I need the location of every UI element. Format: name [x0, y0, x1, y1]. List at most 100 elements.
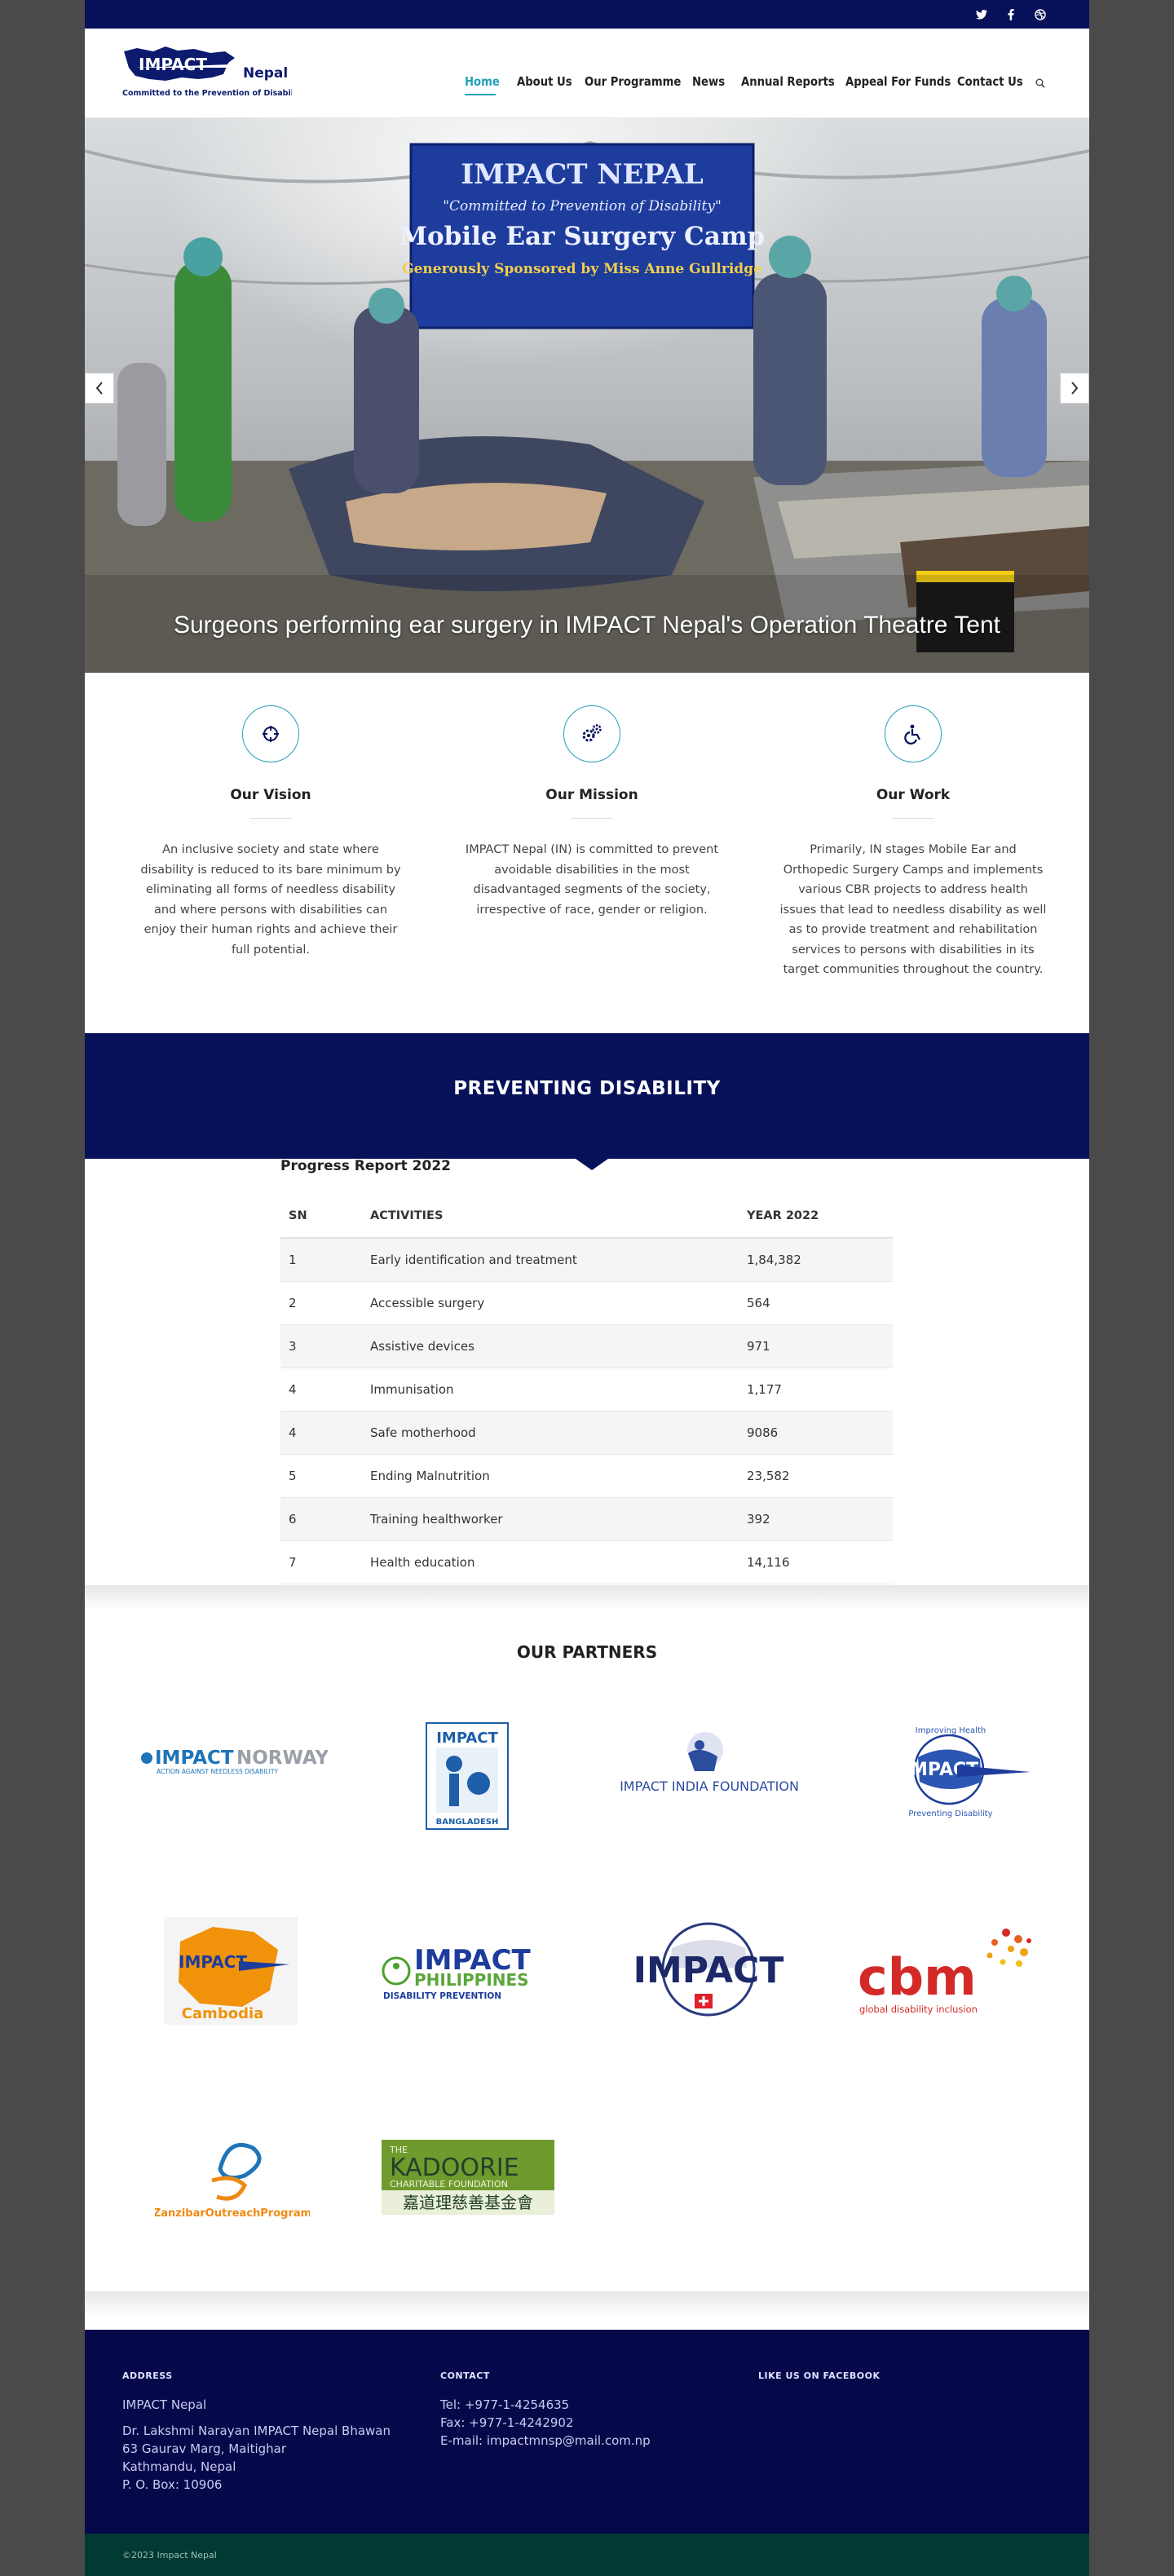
- svg-text:IMPACT: IMPACT: [179, 1952, 247, 1972]
- divider: [249, 818, 292, 819]
- progress-report-title: Progress Report 2022: [280, 1158, 451, 1174]
- dribbble-icon[interactable]: [1026, 0, 1055, 29]
- table-row: 4 Immunisation 1,177: [280, 1368, 893, 1412]
- svg-text:IMPACT: IMPACT: [633, 1950, 784, 1991]
- partner-logo-impact-cambodia[interactable]: IMPACT Cambodia: [163, 1916, 298, 2026]
- pillar-title: Our Vision: [230, 787, 311, 803]
- cell-sn: 4: [280, 1411, 362, 1455]
- nav-about-us[interactable]: About Us: [517, 74, 572, 89]
- contact-phone: Tel: +977-1-4254635: [440, 2397, 570, 2412]
- partner-logo-impact-india[interactable]: IMPACT INDIA FOUNDATION: [603, 1721, 815, 1802]
- svg-text:IMPACT NEPAL: IMPACT NEPAL: [461, 158, 704, 191]
- slider-prev-button[interactable]: [85, 373, 114, 404]
- contact-fax: Fax: +977-1-4242902: [440, 2415, 574, 2430]
- cell-activity: Early identification and treatment: [362, 1238, 739, 1282]
- cell-activity: Health education: [362, 1540, 739, 1584]
- pillar-text: IMPACT Nepal (IN) is committed to preven…: [465, 843, 719, 917]
- svg-text:CHARITABLE FOUNDATION: CHARITABLE FOUNDATION: [390, 2179, 508, 2189]
- copyright: ©2023 Impact Nepal: [122, 2550, 217, 2561]
- cell-value: 23,582: [739, 1454, 893, 1498]
- svg-text:嘉道理慈善基金會: 嘉道理慈善基金會: [403, 2193, 533, 2212]
- nav-annual-reports[interactable]: Annual Reports: [741, 74, 835, 89]
- cell-sn: 7: [280, 1540, 362, 1584]
- wheelchair-icon: [885, 705, 942, 762]
- svg-text:Improving Health: Improving Health: [916, 1726, 986, 1735]
- svg-text:IMPACT: IMPACT: [436, 1730, 498, 1747]
- partner-logo-impact-international[interactable]: IMPACT Improving Health Preventing Disab…: [859, 1717, 1055, 1823]
- cell-value: 1,177: [739, 1368, 893, 1412]
- cell-value: 971: [739, 1324, 893, 1368]
- address-line: 63 Gaurav Marg, Maitighar: [122, 2441, 287, 2456]
- svg-text:BANGLADESH: BANGLADESH: [436, 1818, 499, 1827]
- table-row: 6 Training healthworker 392: [280, 1497, 893, 1541]
- address-line: P. O. Box: 10906: [122, 2477, 223, 2492]
- partner-logo-impact-philippines[interactable]: IMPACT PHILIPPINES DISABILITY PREVENTION: [378, 1929, 558, 2010]
- search-icon[interactable]: [1035, 76, 1045, 91]
- cell-activity: Safe motherhood: [362, 1411, 739, 1455]
- divider: [571, 818, 613, 819]
- crosshair-icon: [242, 705, 299, 762]
- nav-news[interactable]: News: [692, 74, 725, 89]
- svg-text:global disability inclusion: global disability inclusion: [859, 2004, 978, 2015]
- table-row: 5 Ending Malnutrition 23,582: [280, 1454, 893, 1498]
- footer-address: ADDRESS IMPACT Nepal Dr. Lakshmi Narayan…: [122, 2371, 416, 2494]
- partner-logo-impact-norway[interactable]: IMPACT NORWAY ACTION AGAINST NEEDLESS DI…: [132, 1737, 328, 1786]
- svg-text:IMPACT: IMPACT: [155, 1748, 234, 1769]
- cell-activity: Training healthworker: [362, 1497, 739, 1541]
- divider: [892, 818, 934, 819]
- slide-caption: Surgeons performing ear surgery in IMPAC…: [173, 612, 1000, 638]
- chevron-right-icon: [1071, 382, 1079, 395]
- footer-contact: CONTACT Tel: +977-1-4254635 Fax: +977-1-…: [440, 2371, 734, 2450]
- cell-sn: 2: [280, 1281, 362, 1325]
- table-row: 3 Assistive devices 971: [280, 1324, 893, 1368]
- nav-home[interactable]: Home: [465, 74, 500, 89]
- preventing-disability-band: PREVENTING DISABILITY: [85, 1033, 1089, 1170]
- footer-facebook: LIKE US ON FACEBOOK: [758, 2371, 1052, 2381]
- cell-sn: 5: [280, 1454, 362, 1498]
- nav-appeal-for-funds[interactable]: Appeal For Funds: [845, 74, 951, 89]
- partner-logo-impact-bangladesh[interactable]: IMPACT BANGLADESH: [422, 1721, 512, 1831]
- svg-text:IMPACT: IMPACT: [139, 55, 207, 74]
- address-line: Kathmandu, Nepal: [122, 2459, 236, 2474]
- cell-sn: 3: [280, 1324, 362, 1368]
- hero-slider: IMPACT NEPAL "Committed to Prevention of…: [85, 118, 1089, 673]
- pillar-text: Primarily, IN stages Mobile Ear and Orth…: [779, 843, 1047, 976]
- table-row: 4 Safe motherhood 9086: [280, 1411, 893, 1455]
- twitter-icon[interactable]: [967, 0, 996, 29]
- gears-icon: [563, 705, 620, 762]
- address-name: IMPACT Nepal: [122, 2397, 207, 2412]
- address-line: Dr. Lakshmi Narayan IMPACT Nepal Bhawan: [122, 2424, 391, 2438]
- footer-heading: LIKE US ON FACEBOOK: [758, 2371, 880, 2381]
- svg-text:PHILIPPINES: PHILIPPINES: [414, 1970, 529, 1990]
- pillar-work: Our Work Primarily, IN stages Mobile Ear…: [775, 705, 1052, 980]
- svg-text:Generously Sponsored by Miss A: Generously Sponsored by Miss Anne Gullri…: [402, 261, 762, 277]
- cell-value: 392: [739, 1497, 893, 1541]
- sub-footer: ©2023 Impact Nepal: [85, 2534, 1089, 2576]
- facebook-icon[interactable]: [996, 0, 1026, 29]
- svg-text:Preventing Disability: Preventing Disability: [908, 1809, 992, 1818]
- contact-email[interactable]: E-mail: impactmnsp@mail.com.np: [440, 2432, 734, 2450]
- partner-logo-impact-switzerland[interactable]: IMPACT: [615, 1920, 802, 2018]
- cell-value: 9086: [739, 1411, 893, 1455]
- partner-logo-kadoorie[interactable]: THE KADOORIE CHARITABLE FOUNDATION 嘉道理慈善…: [378, 2136, 558, 2218]
- column-header: SN: [280, 1195, 362, 1239]
- partners-title: OUR PARTNERS: [516, 1642, 658, 1662]
- active-indicator: [465, 94, 496, 95]
- cell-activity: Accessible surgery: [362, 1281, 739, 1325]
- slider-next-button[interactable]: [1060, 373, 1089, 404]
- svg-text:"Committed to Prevention of Di: "Committed to Prevention of Disability": [443, 198, 722, 214]
- section-divider: [85, 2291, 1089, 2316]
- partner-logo-zanzibar-outreach[interactable]: ZanzibarOutreachProgram: [155, 2128, 310, 2226]
- nav-contact-us[interactable]: Contact Us: [957, 74, 1023, 89]
- top-bar: [85, 0, 1089, 29]
- cell-value: 564: [739, 1281, 893, 1325]
- svg-text:Mobile Ear Surgery Camp: Mobile Ear Surgery Camp: [399, 222, 766, 251]
- svg-text:KADOORIE: KADOORIE: [390, 2154, 519, 2182]
- svg-text:IMPACT INDIA FOUNDATION: IMPACT INDIA FOUNDATION: [620, 1778, 799, 1794]
- partner-logo-cbm[interactable]: cbm global disability inclusion: [851, 1916, 1047, 2022]
- cell-activity: Ending Malnutrition: [362, 1454, 739, 1498]
- table-row: 7 Health education 14,116: [280, 1540, 893, 1584]
- progress-table: SN ACTIVITIES YEAR 2022 1 Early identific…: [280, 1195, 893, 1584]
- nav-our-programme[interactable]: Our Programme: [585, 74, 681, 89]
- pillar-mission: Our Mission IMPACT Nepal (IN) is committ…: [453, 705, 730, 920]
